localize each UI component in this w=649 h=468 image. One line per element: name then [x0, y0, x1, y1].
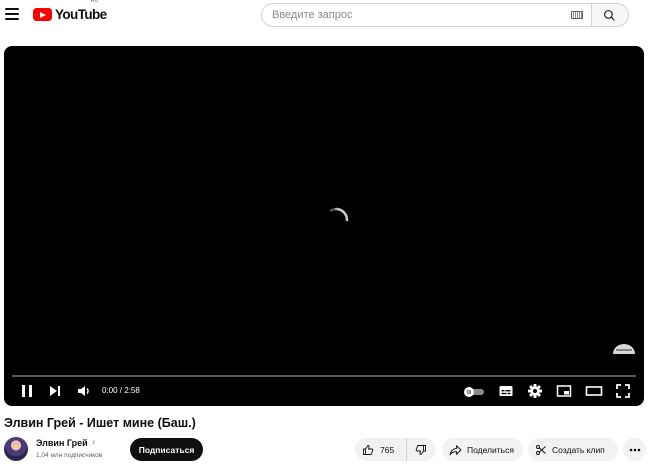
channel-name[interactable]: Элвин Грей	[36, 438, 88, 448]
video-title: Элвин Грей - Ишет мине (Баш.)	[4, 416, 196, 430]
search-box	[261, 3, 591, 27]
dislike-icon	[415, 444, 426, 455]
fullscreen-icon[interactable]	[615, 383, 631, 399]
like-button[interactable]: 765	[355, 438, 407, 461]
channel-avatar[interactable]	[4, 437, 28, 461]
share-icon	[449, 444, 462, 455]
like-count: 765	[380, 444, 395, 455]
like-icon	[363, 444, 374, 455]
region-code: RU	[91, 0, 99, 4]
search-icon	[604, 10, 615, 21]
share-label: Поделиться	[467, 444, 514, 455]
pause-icon[interactable]	[20, 383, 34, 399]
dislike-button[interactable]	[407, 438, 435, 461]
youtube-logo[interactable]: YouTube	[33, 8, 107, 21]
subscribe-button[interactable]: Подписаться	[130, 438, 203, 461]
video-player[interactable]: 0:00 / 2:58	[4, 46, 644, 406]
progress-bar[interactable]	[12, 375, 636, 377]
more-icon	[629, 448, 640, 451]
search-input[interactable]	[272, 9, 562, 21]
music-note-icon: ♪	[92, 439, 96, 446]
volume-icon[interactable]	[76, 383, 92, 399]
scissors-icon	[536, 444, 546, 455]
clip-label: Создать клип	[552, 444, 605, 455]
miniplayer-icon[interactable]	[556, 383, 572, 399]
like-dislike-group: 765	[355, 438, 436, 461]
menu-icon[interactable]	[5, 8, 19, 20]
loading-spinner-icon	[329, 207, 349, 222]
create-clip-button[interactable]: Создать клип	[528, 438, 618, 461]
autoplay-toggle[interactable]	[462, 386, 486, 398]
masthead: YouTube RU	[0, 0, 649, 32]
ambient-mode-icon[interactable]	[611, 342, 637, 356]
youtube-logo-icon	[33, 8, 52, 21]
share-button[interactable]: Поделиться	[442, 438, 523, 461]
settings-icon[interactable]	[527, 383, 543, 399]
next-icon[interactable]	[48, 383, 62, 399]
player-controls: 0:00 / 2:58	[4, 380, 644, 406]
search-button[interactable]	[591, 3, 629, 27]
subtitles-icon[interactable]	[498, 383, 514, 399]
theater-icon[interactable]	[585, 383, 603, 399]
logo-text: YouTube	[55, 7, 107, 22]
time-display: 0:00 / 2:58	[102, 386, 140, 395]
subscriber-count: 1,04 млн подписчиков	[36, 452, 103, 459]
keyboard-icon[interactable]	[571, 11, 583, 19]
more-actions-button[interactable]	[623, 438, 646, 461]
